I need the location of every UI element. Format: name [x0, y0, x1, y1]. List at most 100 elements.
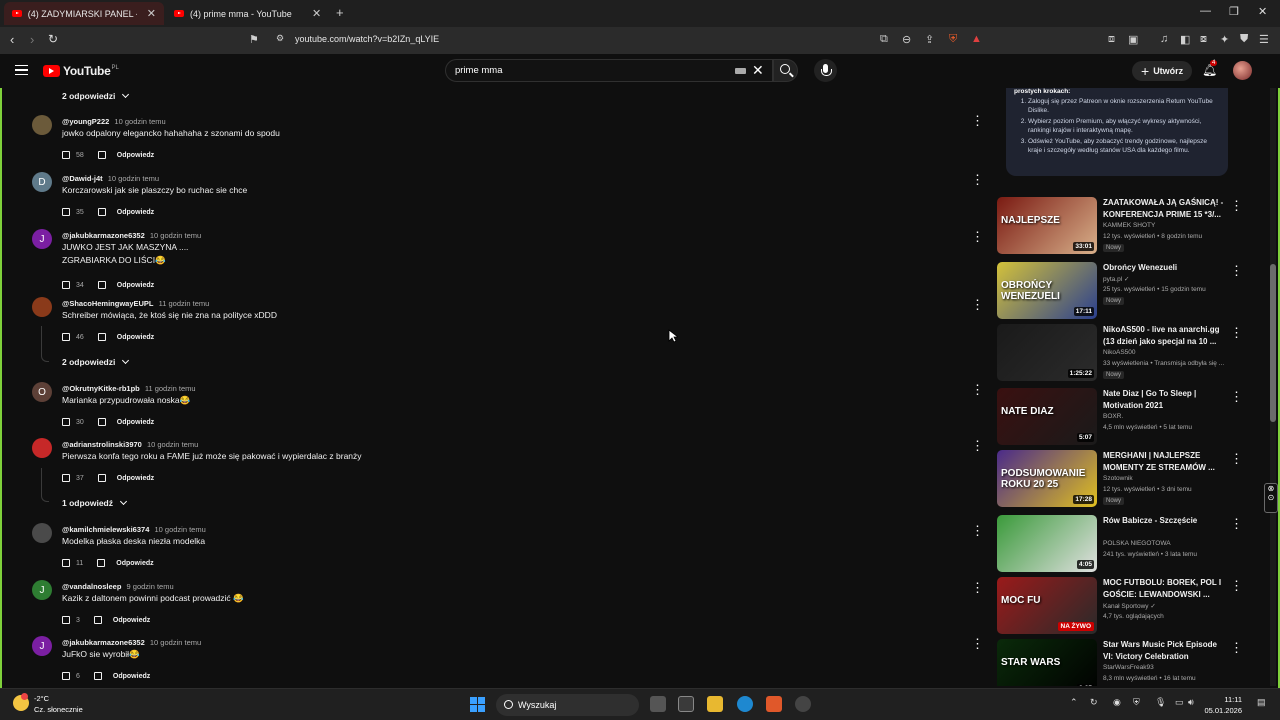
keyboard-icon[interactable] — [735, 68, 746, 74]
video-title[interactable]: MOC FUTBOLU: BOREK, POL I GOŚCIE: LEWAND… — [1103, 577, 1228, 600]
related-video[interactable]: PODSUMOWANIE ROKU 20 25 17:28 MERGHANI |… — [996, 450, 1246, 508]
video-menu-icon[interactable] — [1230, 639, 1243, 657]
reply-button[interactable]: Odpowiedz — [117, 475, 154, 482]
video-thumbnail[interactable]: STAR WARS 2:25 — [997, 639, 1097, 686]
avatar[interactable]: D — [32, 172, 52, 192]
zoom-icon[interactable]: ⊖ — [902, 33, 911, 46]
comment-menu-icon[interactable] — [971, 382, 984, 398]
open-external-icon[interactable]: ⧉ — [880, 33, 888, 46]
close-window-icon[interactable]: ✕ — [1258, 5, 1267, 18]
comment-author[interactable]: @jakubkarmazone6352 — [62, 638, 145, 647]
video-menu-icon[interactable] — [1230, 515, 1243, 533]
sync-icon[interactable]: ↻ — [1090, 697, 1098, 708]
related-video[interactable]: OBROŃCY WENEZUELI 17:11 Obrońcy Wenezuel… — [996, 262, 1246, 320]
comment-menu-icon[interactable] — [971, 172, 984, 188]
video-channel[interactable]: POLSKA NIEGOTOWA — [1103, 540, 1171, 547]
search-button[interactable] — [773, 59, 798, 82]
reload-icon[interactable]: ↻ — [48, 32, 58, 46]
video-thumbnail[interactable]: NATE DIAZ 5:07 — [997, 388, 1097, 445]
video-channel[interactable]: Kanał Sportowy ✓ — [1103, 602, 1156, 610]
avatar[interactable] — [32, 523, 52, 543]
forward-icon[interactable]: › — [30, 32, 34, 47]
clear-search-icon[interactable]: ✕ — [752, 62, 764, 79]
reply-button[interactable]: Odpowiedz — [117, 334, 154, 341]
thumbs-down-icon[interactable] — [97, 474, 106, 482]
comment-time[interactable]: 11 godzin temu — [159, 299, 210, 308]
video-channel[interactable]: NikoAS500 — [1103, 349, 1136, 356]
video-menu-icon[interactable] — [1230, 388, 1243, 406]
brave-shield-icon[interactable]: ⛨ — [949, 33, 957, 46]
video-title[interactable]: MERGHANI | NAJLEPSZE MOMENTY ZE STREAMÓW… — [1103, 450, 1228, 473]
comment-author[interactable]: @kamilchmielewski6374 — [62, 525, 149, 534]
reply-button[interactable]: Odpowiedz — [113, 673, 150, 680]
replies-toggle[interactable]: 2 odpowiedzi — [62, 90, 130, 101]
notification-center-icon[interactable]: ▤ — [1257, 697, 1266, 708]
task-view-icon[interactable] — [650, 696, 666, 712]
video-channel[interactable]: Szotownik — [1103, 475, 1133, 482]
voice-search-button[interactable] — [814, 59, 837, 82]
video-channel[interactable]: pyta.pl ✓ — [1103, 275, 1129, 283]
taskbar-search[interactable]: Wyszukaj — [496, 694, 639, 716]
comment-author[interactable]: @vandalnosleep — [62, 582, 121, 591]
video-menu-icon[interactable] — [1230, 197, 1243, 215]
avatar[interactable] — [32, 297, 52, 317]
reply-button[interactable]: Odpowiedz — [113, 617, 150, 624]
reply-button[interactable]: Odpowiedz — [116, 560, 153, 567]
thumbs-up-icon[interactable] — [62, 474, 70, 482]
comment-menu-icon[interactable] — [971, 229, 984, 245]
comment-menu-icon[interactable] — [971, 438, 984, 454]
replies-toggle[interactable]: 1 odpowiedź — [62, 497, 128, 508]
close-tab-icon[interactable]: ✕ — [312, 7, 321, 20]
share-icon[interactable]: ⇪ — [925, 33, 934, 46]
app-icon[interactable] — [795, 696, 811, 712]
video-menu-icon[interactable] — [1230, 577, 1243, 595]
bookmark-icon[interactable]: ⚑ — [249, 33, 259, 46]
guide-menu-icon[interactable] — [15, 65, 28, 75]
comment-time[interactable]: 11 godzin temu — [145, 384, 196, 393]
reply-button[interactable]: Odpowiedz — [117, 152, 154, 159]
avatar[interactable] — [32, 115, 52, 135]
rewards-icon[interactable]: ▲ — [971, 33, 982, 45]
minimize-icon[interactable]: — — [1200, 5, 1211, 17]
reply-button[interactable]: Odpowiedz — [117, 419, 154, 426]
avatar[interactable]: J — [32, 636, 52, 656]
thumbs-down-icon[interactable] — [97, 208, 106, 216]
comment-author[interactable]: @ShacoHemingwayEUPL — [62, 299, 154, 308]
reply-button[interactable]: Odpowiedz — [117, 282, 154, 289]
video-menu-icon[interactable] — [1230, 450, 1243, 468]
thumbs-up-icon[interactable] — [62, 208, 70, 216]
related-video[interactable]: STAR WARS 2:25 Star Wars Music Pick Epis… — [996, 639, 1246, 686]
comment-time[interactable]: 10 godzin temu — [108, 174, 159, 183]
clock[interactable]: 11:11 05.01.2026 — [1198, 694, 1242, 716]
comment-menu-icon[interactable] — [971, 636, 984, 652]
video-thumbnail[interactable]: NAJLEPSZE 33:01 — [997, 197, 1097, 254]
back-icon[interactable]: ‹ — [10, 32, 14, 47]
tray-chevron-icon[interactable]: ⌃ — [1070, 697, 1078, 708]
comment-time[interactable]: 10 godzin temu — [147, 440, 198, 449]
related-video[interactable]: 1:25:22 NikoAS500 - live na anarchi.gg (… — [996, 324, 1246, 382]
sidebar-icon[interactable]: ◧ — [1180, 33, 1190, 46]
search-box[interactable]: ✕ — [445, 59, 773, 82]
comment-menu-icon[interactable] — [971, 580, 984, 596]
comment-author[interactable]: @jakubkarmazone6352 — [62, 231, 145, 240]
media-icon[interactable]: ♫ — [1160, 33, 1168, 45]
comment-author[interactable]: @adrianstrolinski3970 — [62, 440, 142, 449]
start-button[interactable] — [470, 697, 485, 712]
tab-zadymiarski-panel[interactable]: (4) ZADYMIARSKI PANEL - KONF ✕ — [4, 2, 164, 25]
menu-icon[interactable]: ☰ — [1259, 33, 1269, 46]
video-title[interactable]: Obrońcy Wenezueli — [1103, 262, 1228, 274]
related-video[interactable]: 4:05 Rów Babicze - Szczęście POLSKA NIEG… — [996, 515, 1246, 573]
comment-time[interactable]: 10 godzin temu — [150, 638, 201, 647]
comment-menu-icon[interactable] — [971, 113, 984, 129]
brave-browser-icon[interactable] — [766, 696, 782, 712]
tab-prime-mma[interactable]: (4) prime mma - YouTube ✕ — [166, 2, 332, 25]
comment-time[interactable]: 10 godzin temu — [150, 231, 201, 240]
scrollbar-thumb[interactable] — [1270, 264, 1276, 422]
leo-ai-icon[interactable]: ✦ — [1220, 33, 1229, 46]
video-title[interactable]: NikoAS500 - live na anarchi.gg (13 dzień… — [1103, 324, 1228, 347]
comment-time[interactable]: 10 godzin temu — [114, 117, 165, 126]
video-channel[interactable]: BOXR. — [1103, 413, 1123, 420]
network-icon[interactable]: ▭ — [1175, 697, 1184, 708]
thumbs-down-icon[interactable] — [97, 151, 106, 159]
thumbs-down-icon[interactable] — [97, 333, 106, 341]
